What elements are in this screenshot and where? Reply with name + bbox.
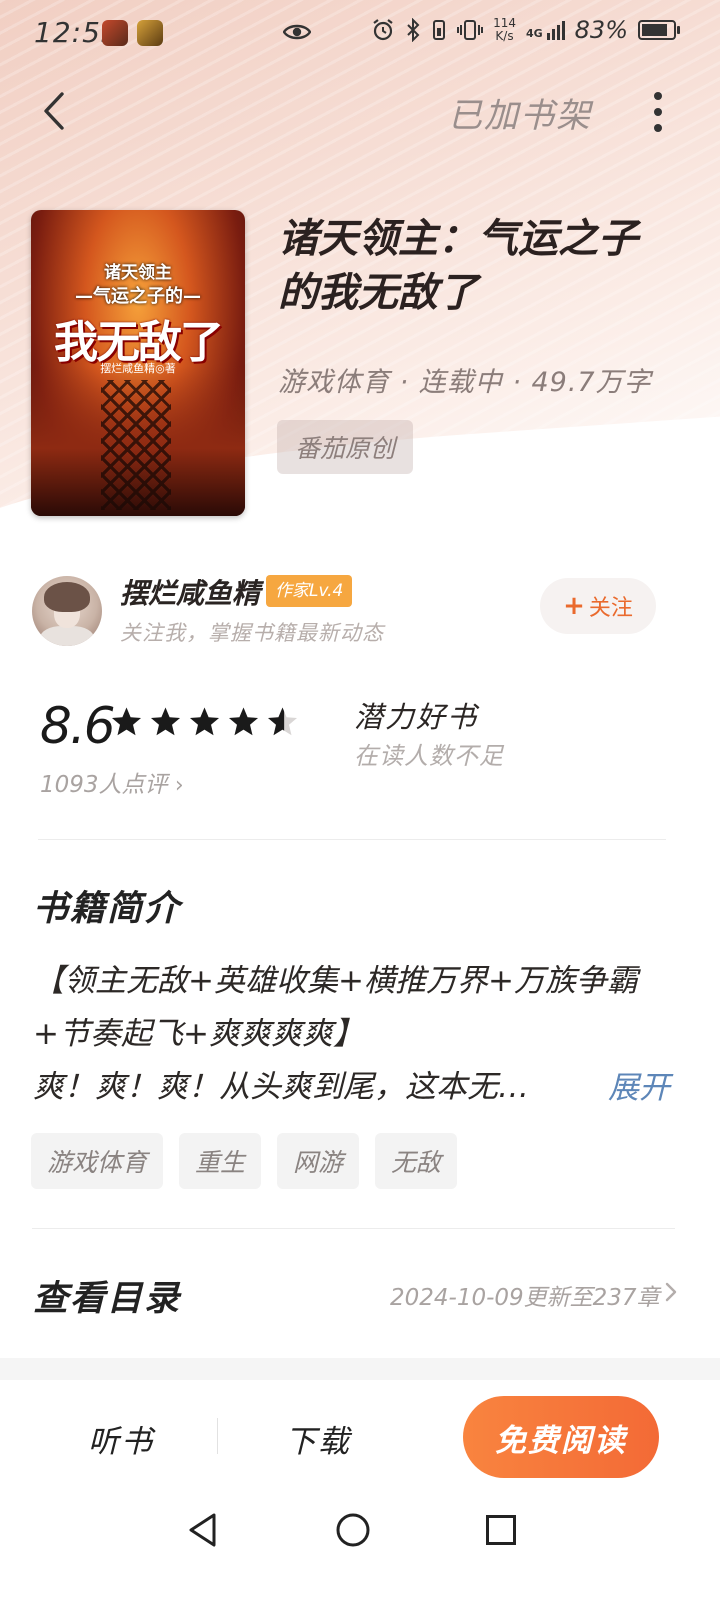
eye-icon [283, 24, 311, 40]
alarm-icon [373, 19, 393, 41]
battery-saver-icon [433, 20, 446, 40]
rating-score: 8.6 [40, 697, 116, 755]
star-icon [151, 707, 180, 736]
cover-tower-art [101, 380, 171, 510]
listen-button[interactable]: 听书 [88, 1416, 154, 1461]
status-bar: 12:55 114 K/s 4G 83% [0, 0, 720, 70]
star-icon [190, 707, 219, 736]
nav-back-icon[interactable] [186, 1512, 220, 1548]
book-cover[interactable]: 诸天领主 —气运之子的— 我无敌了 摆烂咸鱼精◎著 [31, 210, 245, 516]
download-button[interactable]: 下载 [285, 1416, 351, 1461]
rating-stars [110, 706, 299, 739]
potential-title: 潜力好书 [354, 700, 479, 734]
intro-text[interactable]: 【领主无敌+英雄收集+横推万界+万族争霸 +节奏起飞+爽爽爽爽】 爽！爽！爽！从… [33, 955, 673, 1114]
review-count: 1093人点评 [40, 772, 168, 798]
intro-line-1: 【领主无敌+英雄收集+横推万界+万族争霸 [33, 963, 638, 999]
star-icon [112, 707, 141, 736]
author-subtitle: 关注我，掌握书籍最新动态 [120, 621, 384, 645]
added-to-shelf-label[interactable]: 已加书架 [448, 88, 592, 137]
star-icon [229, 707, 258, 736]
status-indicators: 114 K/s 4G 83% [371, 16, 680, 44]
tag-list: 游戏体育 重生 网游 无敌 [31, 1133, 458, 1189]
origin-badge: 番茄原创 [277, 420, 413, 474]
network-speed-unit: K/s [495, 29, 514, 43]
tag-item[interactable]: 游戏体育 [31, 1133, 164, 1189]
network-speed: 114 K/s [493, 17, 516, 43]
action-separator [217, 1418, 218, 1454]
chevron-right-icon[interactable] [664, 1281, 678, 1303]
signal-icon: 4G [525, 20, 565, 40]
star-icon [268, 707, 297, 736]
battery-percent: 83% [574, 16, 628, 44]
notification-app-icon [102, 20, 128, 46]
cover-title-line2: —气运之子的— [75, 286, 201, 307]
section-gap [0, 1358, 720, 1380]
chevron-right-icon: › [174, 773, 184, 798]
potential-subtitle: 在读人数不足 [354, 742, 504, 770]
expand-intro-button[interactable]: 展开 [608, 1062, 670, 1107]
tag-item[interactable]: 无敌 [375, 1133, 458, 1189]
plus-icon: + [563, 591, 585, 621]
tag-item[interactable]: 网游 [277, 1133, 360, 1189]
cover-title-line1: 诸天领主 [104, 263, 172, 283]
more-vertical-icon[interactable] [648, 90, 668, 134]
battery-fill [642, 24, 667, 36]
nav-home-icon[interactable] [335, 1512, 371, 1548]
tag-item[interactable]: 重生 [179, 1133, 262, 1189]
book-title: 诸天领主：气运之子的我无敌了 [278, 216, 638, 316]
bluetooth-icon [407, 18, 420, 42]
intro-line-2: +节奏起飞+爽爽爽爽】 [33, 1016, 364, 1052]
network-type: 4G [525, 26, 543, 40]
intro-line-3: 爽！爽！爽！从头爽到尾，这本无… [33, 1069, 529, 1105]
vibrate-icon [457, 20, 484, 40]
divider [38, 839, 666, 840]
catalog-update[interactable]: 2024-10-09更新至237章 [390, 1278, 660, 1312]
author-avatar[interactable] [32, 576, 102, 646]
back-button[interactable] [36, 90, 76, 132]
follow-button[interactable]: + 关注 [540, 578, 656, 634]
free-read-button[interactable]: 免费阅读 [463, 1396, 659, 1478]
intro-title: 书籍简介 [33, 889, 182, 929]
nav-recents-icon[interactable] [485, 1514, 517, 1546]
review-count-link[interactable]: 1093人点评 › [40, 765, 184, 799]
book-meta: 游戏体育 · 连载中 · 49.7万字 [278, 367, 652, 398]
divider [32, 1228, 675, 1229]
follow-label: 关注 [588, 596, 633, 621]
cover-author-line: 摆烂咸鱼精◎著 [100, 362, 176, 375]
catalog-title[interactable]: 查看目录 [33, 1270, 181, 1321]
battery-icon [638, 20, 680, 40]
author-name[interactable]: 摆烂咸鱼精 [120, 572, 260, 612]
notification-app-icon-2 [137, 20, 163, 46]
author-level-badge: 作家Lv.4 [266, 575, 353, 607]
